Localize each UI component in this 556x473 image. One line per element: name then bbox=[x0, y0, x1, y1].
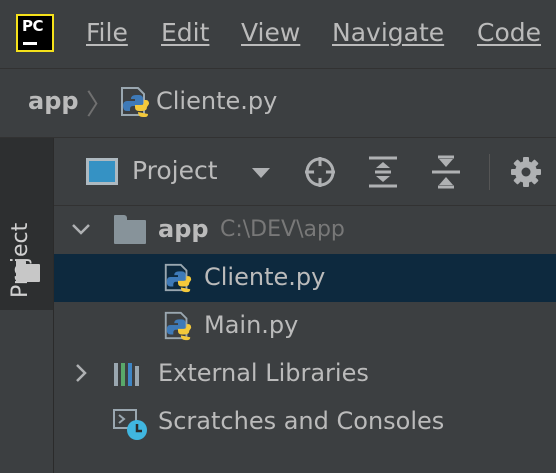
menu-edit[interactable]: Edit bbox=[161, 16, 209, 50]
python-file-icon bbox=[164, 311, 192, 341]
tree-item-scratches[interactable]: Scratches and Consoles bbox=[54, 398, 556, 446]
collapse-all-icon[interactable] bbox=[428, 154, 464, 190]
python-file-icon bbox=[164, 263, 192, 293]
tool-window-strip: Project bbox=[0, 138, 54, 473]
tree-item-app[interactable]: app C:\DEV\app bbox=[54, 206, 556, 254]
menu-code[interactable]: Code bbox=[477, 16, 541, 50]
breadcrumb-root[interactable]: app bbox=[28, 87, 79, 115]
project-panel: Project app C:\DEV\app Cliente.py Main.p… bbox=[54, 138, 556, 473]
tree-item-external-libraries[interactable]: External Libraries bbox=[54, 350, 556, 398]
folder-icon bbox=[16, 260, 40, 282]
project-view-icon bbox=[86, 158, 118, 185]
logo-text: PC bbox=[22, 17, 44, 35]
tree-item-cliente-py[interactable]: Cliente.py bbox=[54, 254, 556, 302]
breadcrumb-file[interactable]: Cliente.py bbox=[156, 87, 277, 115]
menu-file[interactable]: File bbox=[86, 16, 128, 50]
chevron-down-icon[interactable] bbox=[252, 168, 270, 178]
menu-bar: PC File Edit View Navigate Code bbox=[0, 0, 556, 69]
library-icon bbox=[114, 363, 139, 386]
toolbar-separator bbox=[489, 154, 490, 190]
crosshair-icon[interactable] bbox=[302, 154, 338, 190]
breadcrumb: app 〉 Cliente.py bbox=[0, 69, 556, 138]
chevron-right-icon[interactable] bbox=[70, 362, 92, 384]
folder-icon bbox=[114, 215, 146, 244]
gear-icon[interactable] bbox=[508, 154, 544, 190]
menu-view[interactable]: View bbox=[241, 16, 300, 50]
expand-all-icon[interactable] bbox=[365, 154, 401, 190]
file-name: Cliente.py bbox=[204, 263, 326, 291]
project-tool-tab[interactable]: Project bbox=[0, 138, 53, 310]
tree-item-main-py[interactable]: Main.py bbox=[54, 302, 556, 350]
project-panel-header: Project bbox=[54, 138, 556, 206]
view-selector-label[interactable]: Project bbox=[132, 156, 218, 185]
folder-name: app bbox=[158, 215, 209, 243]
chevron-down-icon[interactable] bbox=[70, 218, 92, 240]
scratches-icon bbox=[113, 409, 147, 440]
python-file-icon bbox=[121, 87, 149, 117]
file-name: Main.py bbox=[204, 311, 299, 339]
external-libraries-label: External Libraries bbox=[158, 359, 369, 387]
folder-path: C:\DEV\app bbox=[220, 217, 345, 242]
menu-navigate[interactable]: Navigate bbox=[332, 16, 444, 50]
scratches-label: Scratches and Consoles bbox=[158, 407, 445, 435]
pycharm-logo-icon[interactable]: PC bbox=[16, 14, 54, 52]
breadcrumb-separator: 〉 bbox=[86, 88, 115, 121]
